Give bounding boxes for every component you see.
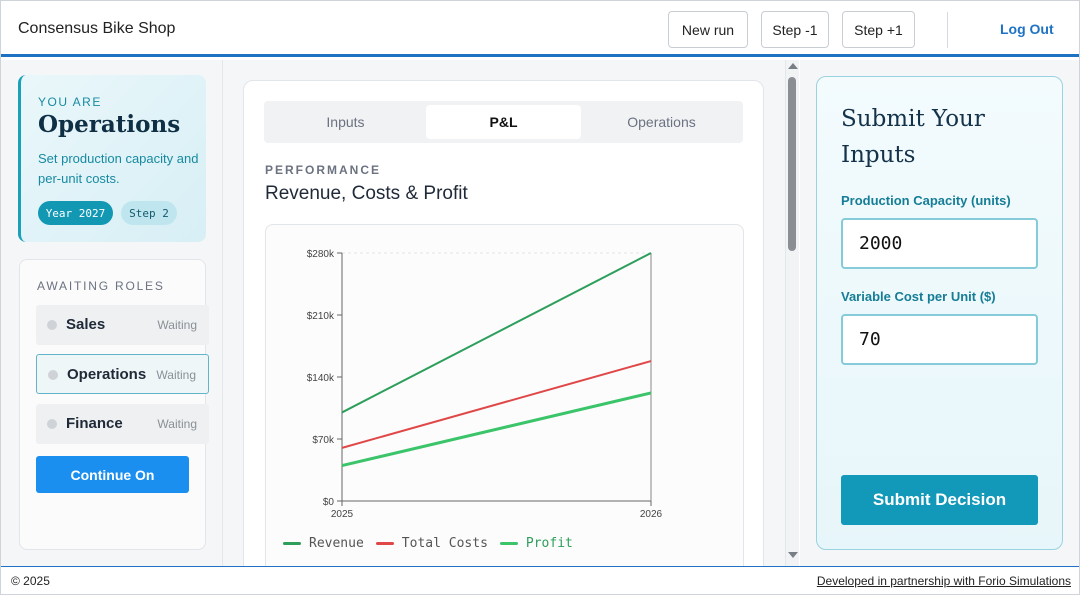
legend-label: Revenue xyxy=(309,535,364,551)
header-divider xyxy=(947,12,948,48)
main-card: Inputs P&L Operations PERFORMANCE Revenu… xyxy=(243,80,764,566)
app-title: Consensus Bike Shop xyxy=(18,20,176,37)
submit-inputs-card: Submit Your Inputs Production Capacity (… xyxy=(816,76,1063,550)
role-row-operations: Operations Waiting xyxy=(36,354,209,394)
role-name: Operations xyxy=(38,111,181,138)
partner-link[interactable]: Developed in partnership with Forio Simu… xyxy=(817,574,1071,588)
capacity-label: Production Capacity (units) xyxy=(841,193,1011,208)
legend-swatch xyxy=(283,541,301,545)
variable-cost-label: Variable Cost per Unit ($) xyxy=(841,289,996,304)
scroll-up-icon[interactable] xyxy=(788,63,798,69)
chart-legend: Revenue Total Costs Profit xyxy=(283,534,585,552)
y-tick-label: $280k xyxy=(307,249,335,260)
role-row-finance: Finance Waiting xyxy=(36,404,209,444)
step-forward-button[interactable]: Step +1 xyxy=(842,11,915,48)
role-row-name: Finance xyxy=(66,415,123,432)
awaiting-roles-card: AWAITING ROLES Sales Waiting Operations … xyxy=(19,259,209,550)
line-chart: $0 $70k $140k $210k $280k 2025 2026 xyxy=(307,249,663,520)
x-tick-label: 2025 xyxy=(331,509,354,520)
legend-item: Total Costs xyxy=(375,535,488,551)
status-dot-icon xyxy=(47,320,57,330)
section-label: PERFORMANCE xyxy=(265,163,382,177)
role-row-status: Waiting xyxy=(157,318,197,332)
legend-label: Total Costs xyxy=(401,535,488,551)
legend-item: Profit xyxy=(499,535,573,551)
app-header: Consensus Bike Shop New run Step -1 Step… xyxy=(1,1,1079,57)
status-dot-icon xyxy=(48,370,58,380)
year-badge: Year 2027 xyxy=(38,201,113,225)
role-description: Set production capacity and per-unit cos… xyxy=(38,151,199,186)
role-row-name: Sales xyxy=(66,316,106,333)
legend-swatch xyxy=(375,541,394,545)
y-tick-label: $140k xyxy=(307,373,335,384)
main-content: Inputs P&L Operations PERFORMANCE Revenu… xyxy=(223,60,785,566)
new-run-button[interactable]: New run xyxy=(668,11,748,48)
chart-card: $0 $70k $140k $210k $280k 2025 2026 Revenue Tot… xyxy=(265,224,744,566)
series-line-revenue xyxy=(341,252,652,414)
role-eyebrow: YOU ARE xyxy=(38,95,102,109)
section-title: Revenue, Costs & Profit xyxy=(265,183,468,204)
legend-label: Profit xyxy=(525,535,573,551)
tab-bar: Inputs P&L Operations xyxy=(264,101,743,143)
awaiting-roles-title: AWAITING ROLES xyxy=(37,279,165,293)
y-tick-label: $70k xyxy=(312,435,335,446)
role-row-status: Waiting xyxy=(157,417,197,431)
tab-operations[interactable]: Operations xyxy=(584,105,739,139)
y-tick-label: $0 xyxy=(323,497,335,508)
logout-link[interactable]: Log Out xyxy=(1000,21,1054,37)
y-tick-label: $210k xyxy=(307,311,335,322)
legend-item: Revenue xyxy=(283,536,364,551)
page-footer: © 2025 Developed in partnership with For… xyxy=(1,566,1079,594)
legend-swatch xyxy=(499,541,518,545)
scroll-down-icon[interactable] xyxy=(788,552,798,558)
role-row-name: Operations xyxy=(67,366,147,383)
role-row-sales: Sales Waiting xyxy=(36,305,209,345)
step-badge: Step 2 xyxy=(121,201,177,225)
decision-panel: Submit Your Inputs Production Capacity (… xyxy=(800,60,1079,566)
role-row-status: Waiting xyxy=(156,368,196,382)
x-tick-label: 2026 xyxy=(640,509,663,520)
main-scrollbar[interactable] xyxy=(785,60,799,566)
copyright-text: © 2025 xyxy=(11,574,50,588)
status-dot-icon xyxy=(47,419,57,429)
step-back-button[interactable]: Step -1 xyxy=(761,11,829,48)
sidebar: YOU ARE Operations Set production capaci… xyxy=(1,60,223,566)
submit-decision-button[interactable]: Submit Decision xyxy=(841,475,1038,525)
capacity-input[interactable] xyxy=(841,218,1038,269)
tab-pl[interactable]: P&L xyxy=(426,105,581,139)
role-card: YOU ARE Operations Set production capaci… xyxy=(18,75,206,242)
variable-cost-input[interactable] xyxy=(841,314,1038,365)
continue-on-button[interactable]: Continue On xyxy=(36,456,189,493)
tab-inputs[interactable]: Inputs xyxy=(268,105,423,139)
scroll-thumb[interactable] xyxy=(788,77,796,251)
submit-title: Submit Your Inputs xyxy=(841,106,985,168)
